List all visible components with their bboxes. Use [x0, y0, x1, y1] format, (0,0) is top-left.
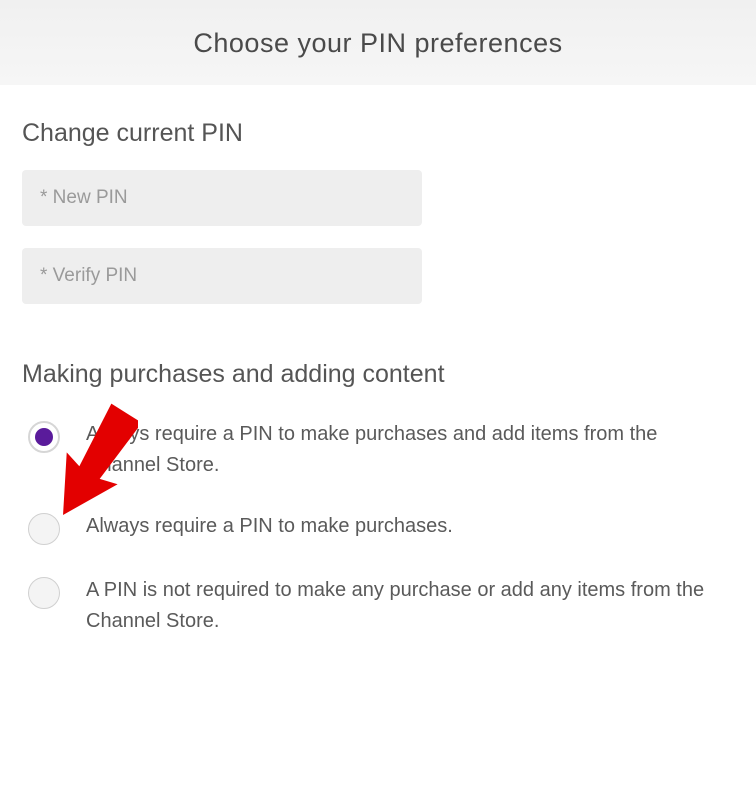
radio-button[interactable]	[28, 577, 60, 609]
radio-button[interactable]	[28, 513, 60, 545]
verify-pin-input[interactable]	[22, 248, 422, 304]
radio-option-not-required[interactable]: A PIN is not required to make any purcha…	[28, 575, 734, 637]
radio-option-always-purchases-and-content[interactable]: Always require a PIN to make purchases a…	[28, 419, 734, 481]
radio-label: Always require a PIN to make purchases.	[86, 511, 453, 542]
purchase-options-group: Always require a PIN to make purchases a…	[22, 419, 734, 637]
radio-option-always-purchases[interactable]: Always require a PIN to make purchases.	[28, 511, 734, 545]
page-title: Choose your PIN preferences	[0, 0, 756, 85]
radio-button[interactable]	[28, 421, 60, 453]
radio-selected-dot-icon	[35, 428, 53, 446]
purchases-heading: Making purchases and adding content	[22, 360, 734, 389]
new-pin-input[interactable]	[22, 170, 422, 226]
radio-label: A PIN is not required to make any purcha…	[86, 575, 716, 637]
change-pin-heading: Change current PIN	[22, 119, 734, 148]
radio-label: Always require a PIN to make purchases a…	[86, 419, 716, 481]
